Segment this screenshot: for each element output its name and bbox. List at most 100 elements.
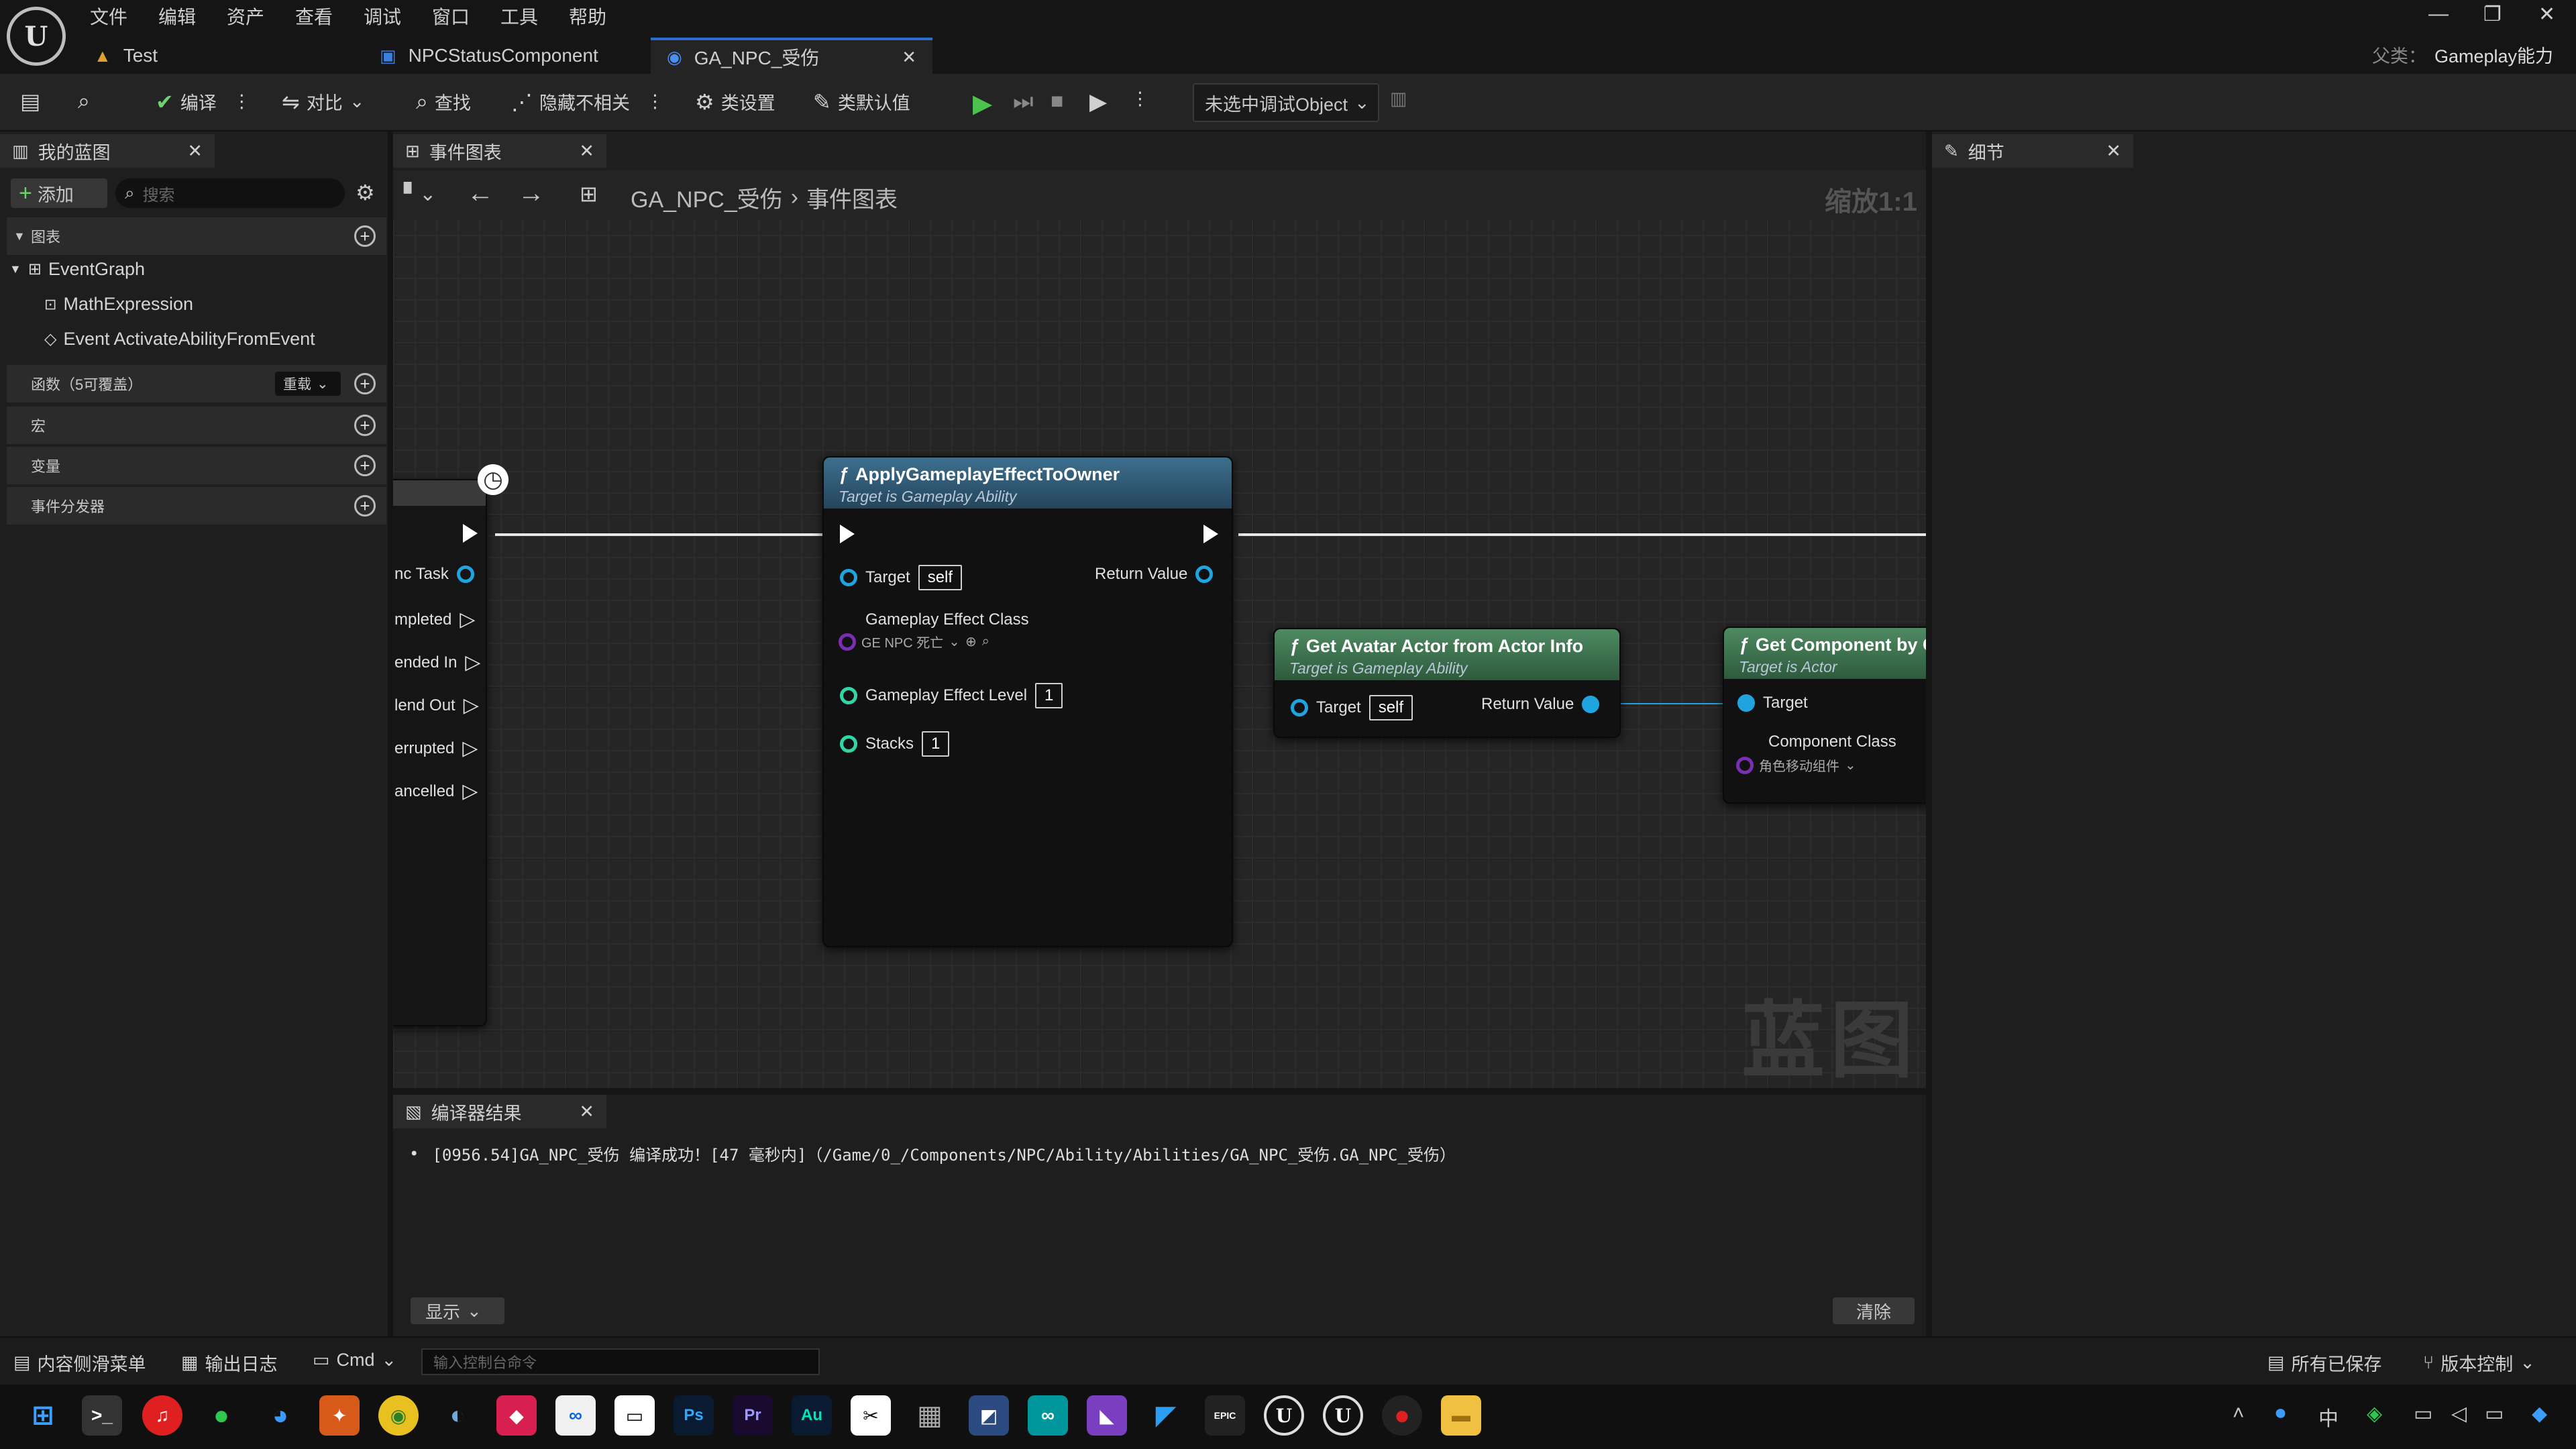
unreal-2-icon[interactable]: U [1323, 1395, 1363, 1436]
class-defaults-button[interactable]: ✎ 类默认值 [813, 89, 910, 115]
class-settings-button[interactable]: ⚙ 类设置 [695, 89, 775, 115]
visual-studio-icon[interactable]: ◣ [1087, 1395, 1127, 1436]
close-icon[interactable]: ✕ [2106, 141, 2121, 162]
pin-component-class[interactable]: Component Class 角色移动组件 ⌄ [1736, 733, 1896, 775]
browse-search-icon[interactable]: ⌕ [982, 634, 989, 649]
pin-async-task[interactable]: nc Task [394, 565, 474, 584]
more-options-icon[interactable]: ⋮ [646, 91, 664, 112]
terminal-icon[interactable]: >_ [82, 1395, 122, 1436]
graph-canvas[interactable]: ◷ nc Task mpleted ▷ ended In ▷ lend Out ▷ e… [393, 170, 1926, 1088]
wechat-icon[interactable]: ● [201, 1395, 241, 1436]
volume-icon[interactable]: ◁ [2451, 1402, 2467, 1426]
windows-start-icon[interactable]: ⊞ [23, 1395, 63, 1436]
close-icon[interactable]: ✕ [579, 1102, 594, 1122]
back-arrow-icon[interactable]: ← [467, 178, 494, 209]
more-options-icon[interactable]: ⋮ [1131, 89, 1149, 109]
target-self-field[interactable]: self [1368, 695, 1413, 720]
menu-tools[interactable]: 工具 [500, 3, 538, 30]
pin-return-value[interactable]: Return Value [1095, 565, 1214, 584]
network-icon[interactable]: ▭ [2414, 1402, 2432, 1426]
more-options-icon[interactable]: ⋮ [233, 91, 251, 112]
minimize-icon[interactable]: — [2428, 3, 2449, 25]
notification-bell-icon[interactable]: ◆ [2532, 1402, 2547, 1426]
edge-icon[interactable]: ◕ [260, 1395, 301, 1436]
pin-effect-level[interactable]: Gameplay Effect Level 1 [840, 683, 1063, 708]
simulate-icon[interactable]: ▶ [1089, 89, 1107, 115]
pin-return-value[interactable]: Return Value [1481, 695, 1600, 714]
unreal-icon[interactable]: U [1264, 1395, 1304, 1436]
meta-icon[interactable]: ∞ [555, 1395, 596, 1436]
debug-object-select[interactable]: 未选中调试Object ⌄ [1193, 83, 1379, 122]
file-explorer-icon[interactable]: ▬ [1441, 1395, 1481, 1436]
compile-button[interactable]: ✔ 编译 ⋮ [156, 89, 251, 115]
app-tray-icon[interactable]: ◈ [2367, 1402, 2382, 1426]
menu-help[interactable]: 帮助 [569, 3, 606, 30]
effect-class-dropdown[interactable]: GE NPC 死亡 ⌄ ⊕ ⌕ [839, 632, 989, 651]
browse-icon[interactable]: ⌕ [78, 89, 90, 114]
add-dispatcher-icon[interactable]: + [354, 495, 376, 517]
photoshop-icon[interactable]: Ps [674, 1395, 714, 1436]
tree-item-eventgraph[interactable]: ▼ ⊞ EventGraph [9, 259, 145, 280]
app-blue-icon[interactable]: ◩ [969, 1395, 1009, 1436]
netease-music-icon[interactable]: ♫ [142, 1395, 182, 1436]
override-dropdown[interactable]: 重载 ⌄ [275, 372, 341, 396]
chrome-icon[interactable]: ◉ [378, 1395, 419, 1436]
vscode-icon[interactable]: ◤ [1146, 1395, 1186, 1436]
app-red-icon[interactable]: ◆ [496, 1395, 537, 1436]
ime-indicator[interactable]: 中 [2318, 1402, 2339, 1432]
tab-event-graph[interactable]: ⊞ 事件图表 ✕ [393, 134, 606, 168]
premiere-icon[interactable]: Pr [733, 1395, 773, 1436]
close-icon[interactable]: ✕ [579, 141, 594, 162]
diff-button[interactable]: ⇋ 对比 ⌄ [282, 89, 364, 115]
tab-my-blueprint[interactable]: ▥ 我的蓝图 ✕ [0, 134, 215, 168]
menu-assets[interactable]: 资产 [227, 3, 264, 30]
pin-completed[interactable]: mpleted ▷ [394, 608, 475, 631]
show-dropdown[interactable]: 显示 ⌄ [411, 1297, 504, 1324]
component-class-dropdown[interactable]: 角色移动组件 ⌄ [1736, 755, 1856, 775]
arduino-icon[interactable]: ∞ [1028, 1395, 1068, 1436]
section-graphs[interactable]: ▼ 图表 + [7, 217, 386, 255]
section-variables[interactable]: 变量 + [7, 447, 386, 484]
section-event-dispatchers[interactable]: 事件分发器 + [7, 487, 386, 525]
tab-npcstatuscomponent[interactable]: ▣ NPCStatusComponent [380, 38, 598, 74]
stop-icon[interactable]: ■ [1051, 89, 1063, 113]
clear-button[interactable]: 清除 [1833, 1297, 1915, 1324]
pin-interrupted[interactable]: errupted ▷ [394, 737, 478, 760]
pin-target[interactable]: Target self [840, 565, 963, 590]
breadcrumb-item[interactable]: GA_NPC_受伤 [631, 181, 783, 214]
effect-level-field[interactable]: 1 [1035, 683, 1063, 708]
close-window-icon[interactable]: ✕ [2538, 3, 2555, 26]
hide-unrelated-button[interactable]: ⋰ 隐藏不相关 ⋮ [511, 89, 664, 115]
output-log-button[interactable]: ▦ 输出日志 [181, 1350, 278, 1376]
pin-stacks[interactable]: Stacks 1 [840, 731, 950, 757]
add-button[interactable]: + 添加 [11, 178, 107, 208]
settings-gear-icon[interactable]: ⚙ [356, 180, 375, 205]
add-macro-icon[interactable]: + [354, 415, 376, 436]
stacks-field[interactable]: 1 [922, 731, 950, 757]
tab-compiler-results[interactable]: ▧ 编译器结果 ✕ [393, 1095, 606, 1128]
bookmark-icon[interactable]: ▘⌄ [404, 182, 436, 206]
menu-debug[interactable]: 调试 [364, 3, 401, 30]
exec-out-pin[interactable] [1203, 525, 1218, 543]
add-variable-icon[interactable]: + [354, 455, 376, 476]
breadcrumb-item[interactable]: 事件图表 [806, 181, 898, 214]
console-input[interactable]: 输入控制台命令 [421, 1348, 820, 1375]
add-graph-icon[interactable]: + [354, 225, 376, 247]
capcut-icon[interactable]: ✂ [851, 1395, 891, 1436]
save-icon[interactable]: ▤ [20, 89, 40, 114]
cmd-dropdown[interactable]: ▭ Cmd ⌄ [313, 1350, 396, 1371]
all-saved-button[interactable]: ▤ 所有已保存 [2267, 1350, 2382, 1376]
pin-target[interactable]: Target self [1291, 695, 1413, 720]
pin-target[interactable]: Target [1737, 694, 1808, 712]
get-component-by-class-node[interactable]: ƒ Get Component by C Target is Actor Targ… [1723, 627, 1926, 804]
tab-test[interactable]: ▲ Test [94, 38, 158, 74]
search-input[interactable]: ⌕ 搜索 [115, 178, 345, 208]
pin-blended-in[interactable]: ended In ▷ [394, 651, 481, 674]
play-icon[interactable]: ▶ [973, 89, 992, 119]
debug-filter-icon[interactable]: ▥ [1390, 89, 1407, 109]
battery-icon[interactable]: ▭ [2485, 1402, 2504, 1426]
close-icon[interactable]: ✕ [902, 47, 916, 68]
unreal-logo-icon[interactable]: U [7, 7, 66, 66]
epic-games-icon[interactable]: EPIC [1205, 1395, 1245, 1436]
exec-in-pin[interactable] [840, 525, 855, 543]
